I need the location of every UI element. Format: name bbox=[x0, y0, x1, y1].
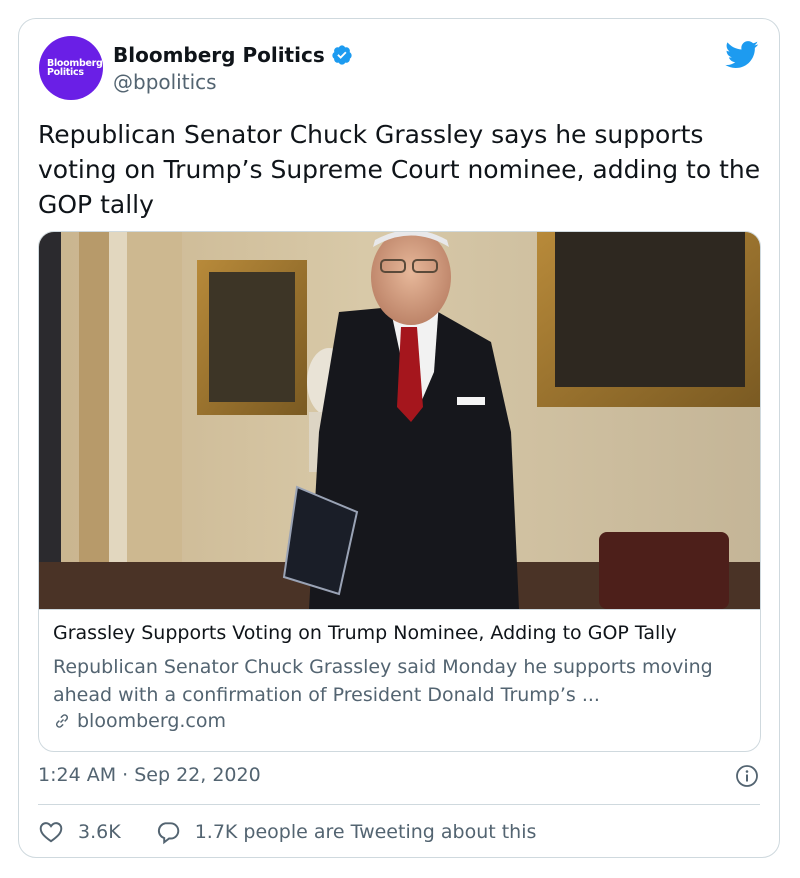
verified-badge-icon bbox=[332, 45, 352, 65]
avatar[interactable]: Bloomberg Politics bbox=[39, 36, 103, 100]
like-button[interactable]: 3.6K bbox=[38, 819, 121, 845]
tweeting-about-text: 1.7K people are Tweeting about this bbox=[194, 821, 537, 843]
tweet-text: Republican Senator Chuck Grassley says h… bbox=[38, 120, 761, 219]
link-card-domain: bloomberg.com bbox=[77, 710, 227, 732]
reply-icon bbox=[157, 822, 179, 845]
action-bar: 3.6K 1.7K people are Tweeting about this bbox=[38, 819, 570, 845]
author-handle[interactable]: @bpolitics bbox=[113, 70, 217, 94]
article-photo[interactable] bbox=[39, 232, 761, 609]
info-icon[interactable] bbox=[735, 764, 759, 788]
twitter-bird-icon[interactable] bbox=[725, 41, 759, 69]
link-preview-card[interactable]: Grassley Supports Voting on Trump Nomine… bbox=[38, 231, 761, 752]
like-count: 3.6K bbox=[78, 821, 121, 843]
author-name[interactable]: Bloomberg Politics bbox=[113, 43, 325, 67]
tweet-timestamp[interactable]: 1:24 AM · Sep 22, 2020 bbox=[38, 764, 261, 786]
avatar-text-line2: Politics bbox=[47, 67, 84, 78]
tweet-card: Bloomberg Politics Bloomberg Politics @b… bbox=[18, 18, 780, 858]
reply-button[interactable]: 1.7K people are Tweeting about this bbox=[155, 819, 537, 845]
author-name-row[interactable]: Bloomberg Politics bbox=[113, 43, 353, 67]
link-card-description: Republican Senator Chuck Grassley said M… bbox=[53, 656, 713, 706]
link-card-title[interactable]: Grassley Supports Voting on Trump Nomine… bbox=[53, 622, 677, 644]
link-card-domain-row: bloomberg.com bbox=[53, 710, 226, 732]
divider bbox=[38, 804, 760, 805]
link-icon bbox=[55, 714, 69, 728]
heart-icon bbox=[39, 822, 63, 843]
link-card-body[interactable]: Grassley Supports Voting on Trump Nomine… bbox=[39, 609, 760, 732]
